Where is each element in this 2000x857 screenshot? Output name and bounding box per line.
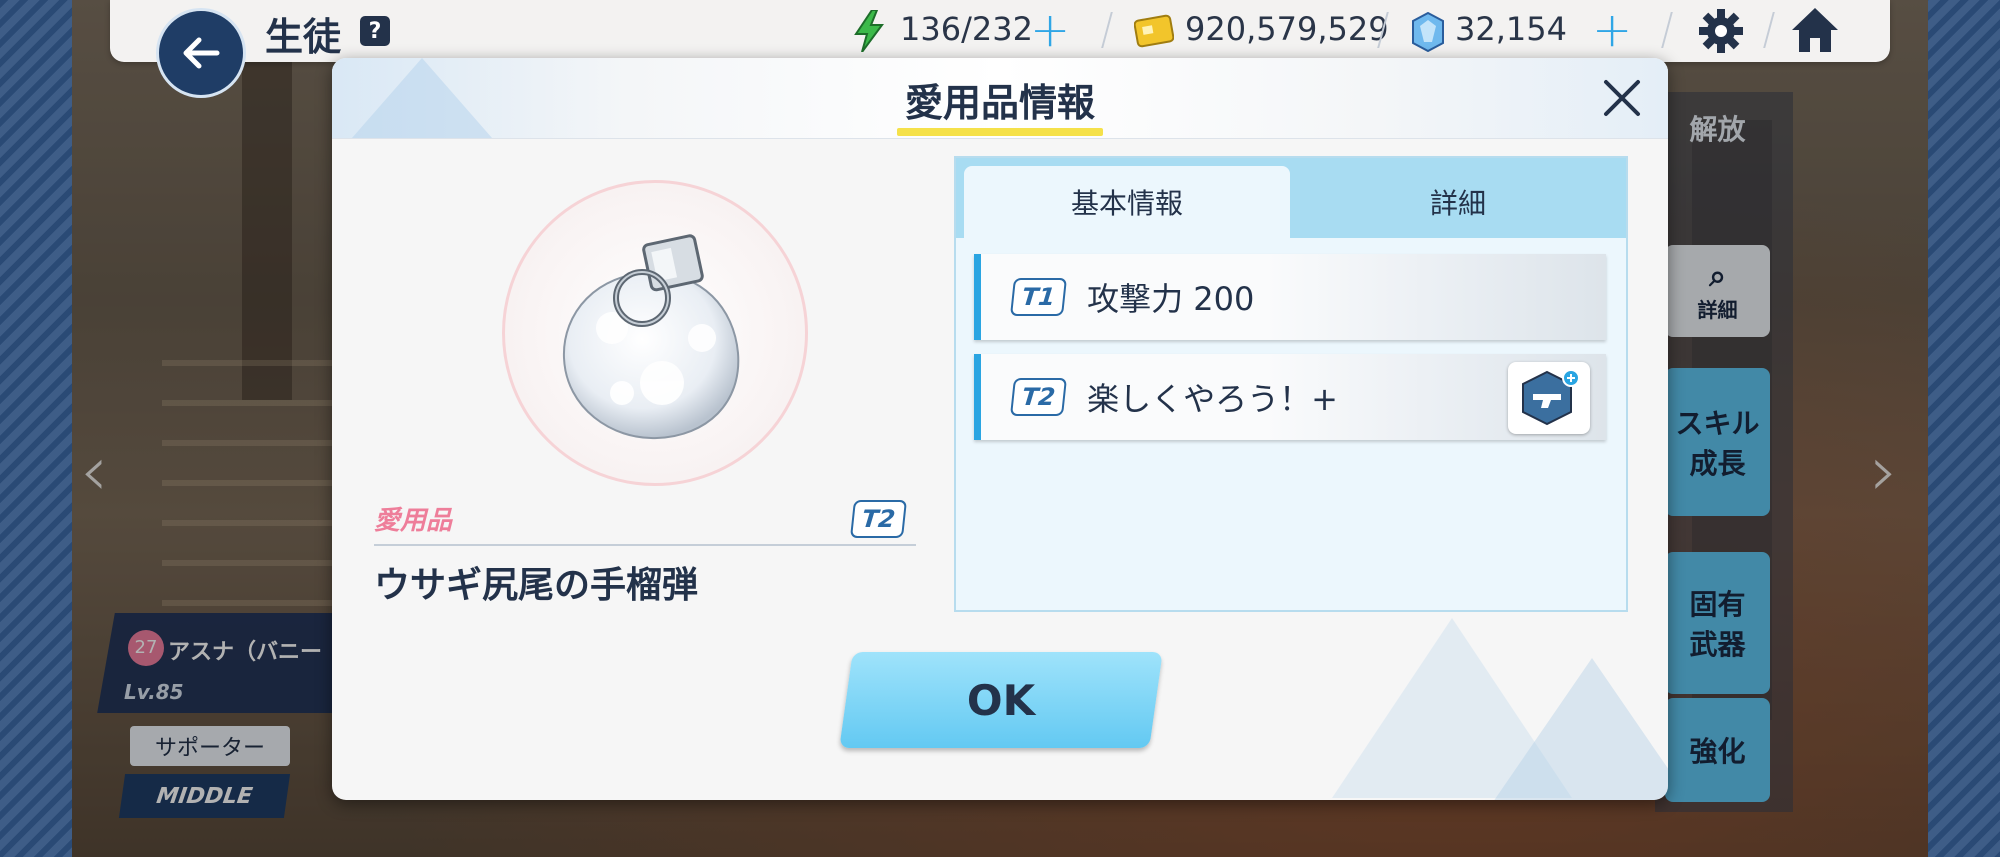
title-underline — [897, 128, 1103, 136]
stat-text: 攻撃力 200 — [1087, 280, 1255, 318]
help-button[interactable]: ? — [360, 16, 390, 46]
divider — [1101, 12, 1113, 48]
stat-tier-tag: T2 — [1010, 378, 1068, 416]
pyroxene-gem-icon — [1412, 12, 1444, 52]
item-category-label: 愛用品 — [374, 506, 453, 536]
item-name: ウサギ尻尾の手榴弾 — [374, 565, 699, 606]
ok-button[interactable]: OK — [839, 652, 1163, 748]
gun-skill-icon — [1522, 369, 1580, 426]
back-button[interactable] — [156, 8, 246, 98]
info-panel: 基本情報 詳細 T1 攻撃力 200 T2 楽しくやろう！+ — [954, 156, 1628, 612]
stat-row-t1: T1 攻撃力 200 — [974, 254, 1606, 340]
home-icon[interactable] — [1790, 6, 1840, 54]
divider — [1763, 12, 1775, 48]
close-icon[interactable] — [1594, 70, 1650, 126]
back-arrow-icon — [183, 37, 220, 69]
skill-icon-button[interactable] — [1508, 362, 1590, 434]
gem-add-button[interactable]: + — [1592, 2, 1632, 58]
divider — [374, 544, 916, 546]
gem-value: 32,154 — [1455, 10, 1567, 48]
ap-value: 136/232 — [900, 10, 1033, 48]
credit-value: 920,579,529 — [1185, 10, 1389, 48]
tab-details[interactable]: 詳細 — [1290, 166, 1626, 238]
tier-tag-text: T2 — [850, 500, 908, 538]
top-bar: 生徒 ? 136/232 + 920,579,529 32,154 + — [110, 0, 1890, 62]
stat-row-t2: T2 楽しくやろう！+ — [974, 354, 1606, 440]
stat-tier-tag: T1 — [1010, 278, 1068, 316]
divider — [1661, 12, 1673, 48]
row-decoration — [1266, 254, 1606, 340]
page-title: 生徒 — [265, 15, 342, 59]
settings-gear-icon[interactable] — [1698, 8, 1744, 54]
bunny-tail-grenade-image — [562, 234, 740, 440]
favorite-item-modal: 愛用品情報 愛用品 T2 ウサギ尻尾の手榴弾 基本情報 詳細 T1 攻撃力 20… — [332, 58, 1668, 800]
stat-text: 楽しくやろう！+ — [1087, 380, 1338, 418]
modal-title: 愛用品情報 — [904, 81, 1095, 125]
background-decoration — [1482, 658, 1668, 800]
item-tier-tag: T2 — [850, 500, 908, 538]
tab-bar: 基本情報 詳細 — [956, 158, 1626, 238]
credit-icon — [1134, 14, 1174, 48]
tab-basic-info[interactable]: 基本情報 — [964, 166, 1290, 238]
ap-lightning-icon — [854, 10, 884, 52]
ok-label: OK — [966, 675, 1036, 725]
ap-add-button[interactable]: + — [1030, 2, 1070, 58]
